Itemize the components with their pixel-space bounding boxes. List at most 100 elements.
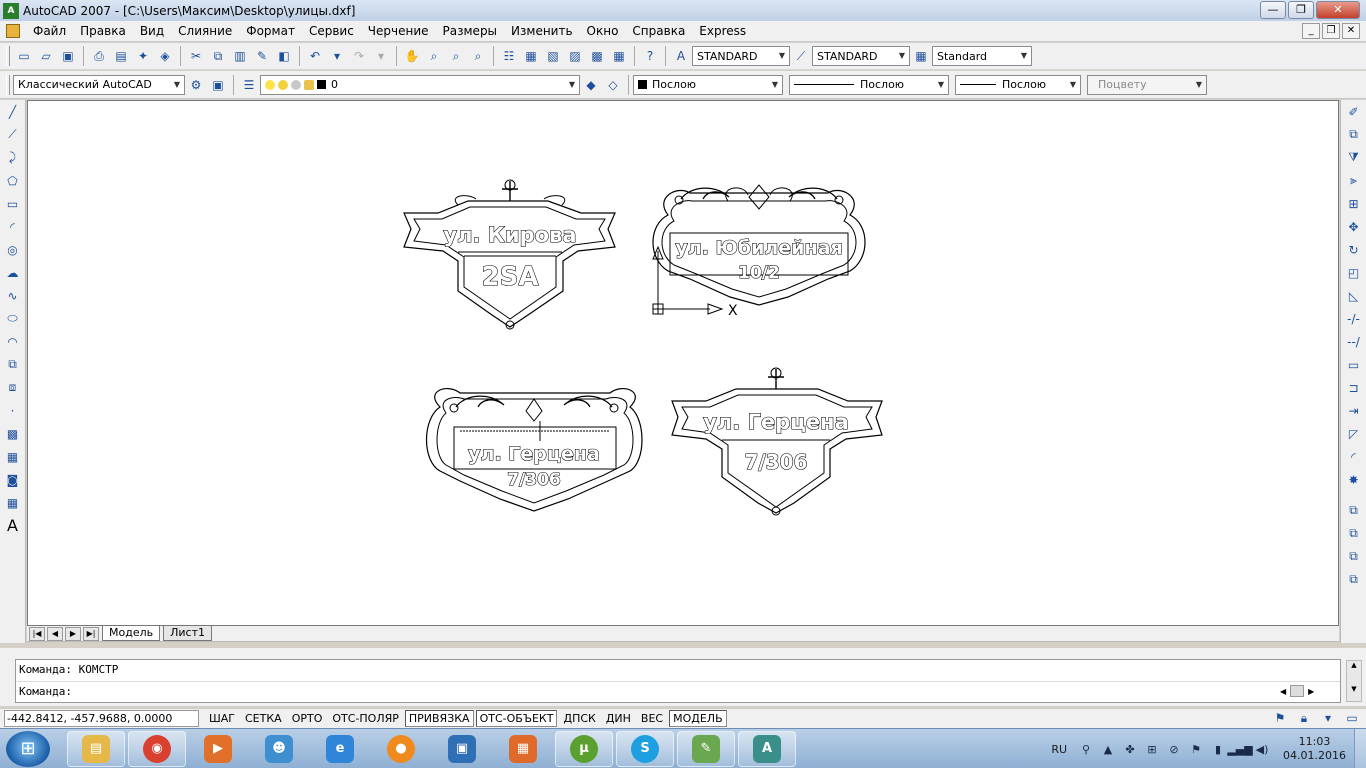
- menu-modify[interactable]: Изменить: [504, 24, 580, 38]
- toolbar-grip[interactable]: [6, 74, 10, 95]
- table-icon[interactable]: ▦: [4, 493, 22, 512]
- zoom-previous-icon[interactable]: ⌕: [469, 47, 487, 65]
- previous-tab-button[interactable]: ◀: [47, 626, 63, 641]
- menu-file[interactable]: Файл: [26, 24, 73, 38]
- scale-icon[interactable]: ◰: [1345, 263, 1363, 282]
- workspace-select[interactable]: Классический AutoCAD ▼: [13, 74, 185, 95]
- workspace-save-icon[interactable]: ▣: [209, 76, 227, 94]
- undo-icon[interactable]: ↶: [306, 47, 324, 65]
- taskbar-app-ball[interactable]: ●: [372, 731, 430, 767]
- cut-icon[interactable]: ✂: [187, 47, 205, 65]
- taskbar-app-chrome[interactable]: ◉: [128, 730, 186, 767]
- layer-select[interactable]: 0 ▼: [260, 74, 580, 95]
- tab-layout1[interactable]: Лист1: [163, 626, 212, 641]
- street-sign-1[interactable]: ул. Кирова 2SA: [403, 179, 616, 330]
- ellipse-arc-icon[interactable]: ◠: [4, 332, 22, 351]
- language-bar-icon[interactable]: ⚲: [1079, 742, 1093, 756]
- undo-dropdown-icon[interactable]: ▾: [328, 47, 346, 65]
- print-preview-icon[interactable]: ▤: [112, 47, 130, 65]
- drawing-area[interactable]: ул. Кирова 2SA ул. Юбилейная 10/2 X ул. …: [27, 100, 1339, 626]
- publish-icon[interactable]: ✦: [134, 47, 152, 65]
- linetype-select[interactable]: Послою ▼: [789, 74, 949, 95]
- show-desktop-button[interactable]: [1354, 729, 1366, 768]
- ducs-toggle[interactable]: ДПСК: [559, 710, 599, 727]
- otrack-toggle[interactable]: ОТС-ОБЪЕКТ: [475, 710, 558, 727]
- command-area[interactable]: Команда: КОМСТР Команда:: [15, 659, 1341, 703]
- redo-dropdown-icon[interactable]: ▾: [372, 47, 390, 65]
- zoom-window-icon[interactable]: ⌕: [447, 47, 465, 65]
- menu-dimension[interactable]: Размеры: [436, 24, 505, 38]
- signal-bars-icon[interactable]: ▂▄▆: [1227, 742, 1252, 756]
- point-icon[interactable]: ·: [4, 401, 22, 420]
- menu-express[interactable]: Express: [692, 24, 753, 38]
- properties-icon[interactable]: ☷: [500, 47, 518, 65]
- volume-icon[interactable]: ◀): [1255, 742, 1269, 756]
- explode-icon[interactable]: ✸: [1345, 470, 1363, 489]
- taskbar-app-explorer[interactable]: ▤: [67, 730, 125, 767]
- snap-toggle[interactable]: ШАГ: [205, 710, 239, 727]
- trim-icon[interactable]: -/-: [1345, 309, 1363, 328]
- taskbar-app-box[interactable]: ▦: [494, 731, 552, 767]
- spline-icon[interactable]: ∿: [4, 286, 22, 305]
- draworder-back-icon[interactable]: ⧉: [1345, 524, 1363, 543]
- break-at-point-icon[interactable]: ▭: [1345, 355, 1363, 374]
- tab-model[interactable]: Модель: [102, 626, 161, 641]
- command-hscroll[interactable]: ◀ ▶: [1280, 684, 1340, 698]
- workspace-settings-icon[interactable]: ⚙: [187, 76, 205, 94]
- command-scrollbar[interactable]: ▲ ▼: [1346, 660, 1362, 702]
- device-icon[interactable]: ▮: [1211, 742, 1225, 756]
- minimize-button[interactable]: —: [1260, 1, 1286, 19]
- zoom-realtime-icon[interactable]: ⌕: [425, 47, 443, 65]
- taskbar-app-utorrent[interactable]: µ: [555, 730, 613, 767]
- rectangle-icon[interactable]: ▭: [4, 194, 22, 213]
- layer-previous-icon[interactable]: ◇: [604, 76, 622, 94]
- circle-icon[interactable]: ◎: [4, 240, 22, 259]
- dwf-icon[interactable]: ◈: [156, 47, 174, 65]
- mirror-icon[interactable]: ⧩: [1345, 148, 1363, 167]
- menu-help[interactable]: Справка: [625, 24, 692, 38]
- next-tab-button[interactable]: ▶: [65, 626, 81, 641]
- break-icon[interactable]: ⊐: [1345, 378, 1363, 397]
- windows-flag-icon[interactable]: ⊞: [1145, 742, 1159, 756]
- street-sign-3[interactable]: ул. Герцена 7/306: [425, 388, 643, 512]
- layer-manager-icon[interactable]: ☰: [240, 76, 258, 94]
- communication-center-icon[interactable]: ⚑: [1272, 710, 1288, 726]
- join-icon[interactable]: ⇥: [1345, 401, 1363, 420]
- print-icon[interactable]: ⎙: [90, 47, 108, 65]
- offset-icon[interactable]: ⫸: [1345, 171, 1363, 190]
- rotate-icon[interactable]: ↻: [1345, 240, 1363, 259]
- erase-icon[interactable]: ✐: [1345, 102, 1363, 121]
- region-icon[interactable]: ◙: [4, 470, 22, 489]
- tool-palettes-icon[interactable]: ▧: [544, 47, 562, 65]
- color-select[interactable]: Послою ▼: [633, 74, 783, 95]
- taskbar-app-green[interactable]: ✎: [677, 730, 735, 767]
- osnap-toggle[interactable]: ПРИВЯЗКА: [404, 710, 474, 727]
- ellipse-icon[interactable]: ⬭: [4, 309, 22, 328]
- dim-style-select[interactable]: STANDARD ▼: [812, 46, 910, 66]
- taskbar-app-skype[interactable]: S: [616, 730, 674, 767]
- gradient-icon[interactable]: ▦: [4, 447, 22, 466]
- open-file-icon[interactable]: ▱: [37, 47, 55, 65]
- close-button[interactable]: ✕: [1316, 1, 1360, 19]
- street-sign-2[interactable]: ул. Юбилейная 10/2: [652, 184, 866, 306]
- construction-line-icon[interactable]: ⟋: [4, 125, 22, 144]
- menu-merge[interactable]: Слияние: [171, 24, 239, 38]
- last-tab-button[interactable]: ▶|: [83, 626, 99, 641]
- clock[interactable]: 11:03 04.01.2016: [1283, 735, 1346, 763]
- new-file-icon[interactable]: ▭: [15, 47, 33, 65]
- arc-icon[interactable]: ◜: [4, 217, 22, 236]
- coordinates-readout[interactable]: -442.8412, -457.9688, 0.0000: [4, 710, 199, 727]
- scroll-thumb[interactable]: [1290, 685, 1305, 697]
- taskbar-app-autocad[interactable]: A: [738, 730, 796, 767]
- autocad-app-icon[interactable]: A: [3, 2, 19, 19]
- scroll-right-icon[interactable]: ▶: [1308, 687, 1314, 696]
- toolbar-lock-icon[interactable]: 🔒︎: [1296, 710, 1312, 726]
- lwt-toggle[interactable]: ВЕС: [637, 710, 667, 727]
- array-icon[interactable]: ⊞: [1345, 194, 1363, 213]
- draworder-above-icon[interactable]: ⧉: [1345, 547, 1363, 566]
- model-toggle[interactable]: МОДЕЛЬ: [669, 710, 727, 727]
- network-icon[interactable]: ✤: [1123, 742, 1137, 756]
- street-sign-4[interactable]: ул. Герцена 7/306: [671, 367, 883, 516]
- extend-icon[interactable]: --/: [1345, 332, 1363, 351]
- dyn-toggle[interactable]: ДИН: [602, 710, 635, 727]
